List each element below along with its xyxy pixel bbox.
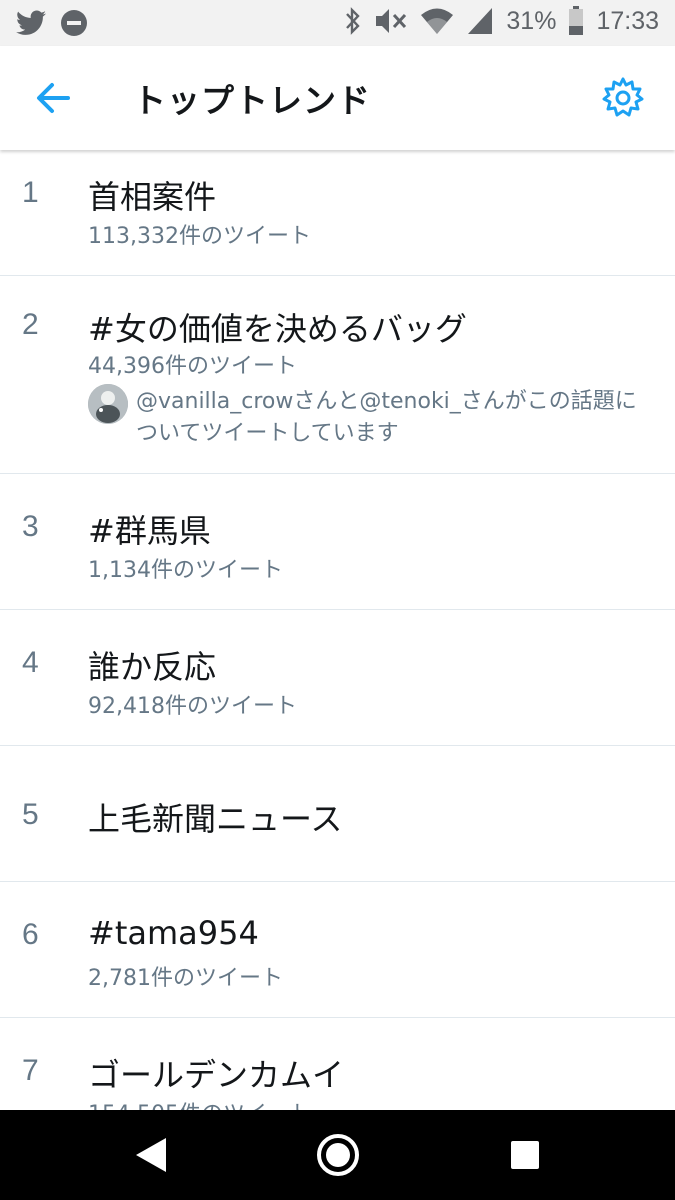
avatar <box>88 384 128 424</box>
nav-recents-icon <box>500 1132 550 1178</box>
bluetooth-icon <box>344 6 362 36</box>
nav-home-icon <box>313 1132 363 1178</box>
trend-topic: ゴールデンカムイ <box>88 1056 345 1094</box>
signal-icon <box>466 6 494 36</box>
trend-context-text: @vanilla_crowさんと@tenoki_さんがこの話題についてツイートし… <box>136 389 637 446</box>
trend-rank: 3 <box>22 510 39 543</box>
trend-topic: 首相案件 <box>88 178 217 216</box>
trend-topic: 誰か反応 <box>88 648 217 686</box>
status-bar: 31% 17:33 <box>0 0 675 46</box>
trend-row-1[interactable]: 1 首相案件 113,332件のツイート <box>0 150 675 276</box>
battery-percent: 31% <box>506 6 557 35</box>
settings-button[interactable] <box>601 76 645 120</box>
back-arrow-icon <box>28 76 78 120</box>
trend-topic: #群馬県 <box>88 512 211 550</box>
trend-rank: 5 <box>22 798 39 831</box>
wifi-icon <box>420 6 454 36</box>
do-not-disturb-icon <box>60 9 88 37</box>
trend-rank: 4 <box>22 646 39 679</box>
trend-rank: 7 <box>22 1054 39 1087</box>
app-header: トップトレンド <box>0 46 675 150</box>
trend-tweet-count: 2,781件のツイート <box>88 966 283 991</box>
trend-topic: #tama954 <box>88 914 259 952</box>
back-button[interactable] <box>28 76 78 120</box>
trend-row-5[interactable]: 5 上毛新聞ニュース <box>0 746 675 882</box>
trend-topic: 上毛新聞ニュース <box>88 800 343 838</box>
trend-tweet-count: 44,396件のツイート <box>88 354 297 379</box>
trend-rank: 6 <box>22 918 39 951</box>
trend-topic: #女の価値を決めるバッグ <box>88 310 467 348</box>
system-nav-bar <box>0 1110 675 1200</box>
trend-row-3[interactable]: 3 #群馬県 1,134件のツイート <box>0 474 675 610</box>
nav-back-button[interactable] <box>128 1132 178 1178</box>
trend-tweet-count: 92,418件のツイート <box>88 694 297 719</box>
clock: 17:33 <box>596 6 659 35</box>
settings-gear-icon <box>601 76 645 120</box>
trend-tweet-count: 113,332件のツイート <box>88 224 311 249</box>
trend-row-2[interactable]: 2 #女の価値を決めるバッグ 44,396件のツイート @vanilla_cro… <box>0 276 675 474</box>
nav-home-button[interactable] <box>313 1132 363 1178</box>
trend-rank: 2 <box>22 308 39 341</box>
twitter-bird-icon <box>16 10 46 36</box>
trend-rank: 1 <box>22 176 39 209</box>
nav-back-icon <box>128 1132 178 1178</box>
page-title: トップトレンド <box>133 81 371 120</box>
trends-list: 1 首相案件 113,332件のツイート 2 #女の価値を決めるバッグ 44,3… <box>0 150 675 1143</box>
nav-recents-button[interactable] <box>500 1132 550 1178</box>
trend-tweet-count: 1,134件のツイート <box>88 558 283 583</box>
battery-icon <box>568 6 584 36</box>
mute-icon <box>374 6 408 36</box>
trend-row-4[interactable]: 4 誰か反応 92,418件のツイート <box>0 610 675 746</box>
trend-row-6[interactable]: 6 #tama954 2,781件のツイート <box>0 882 675 1018</box>
